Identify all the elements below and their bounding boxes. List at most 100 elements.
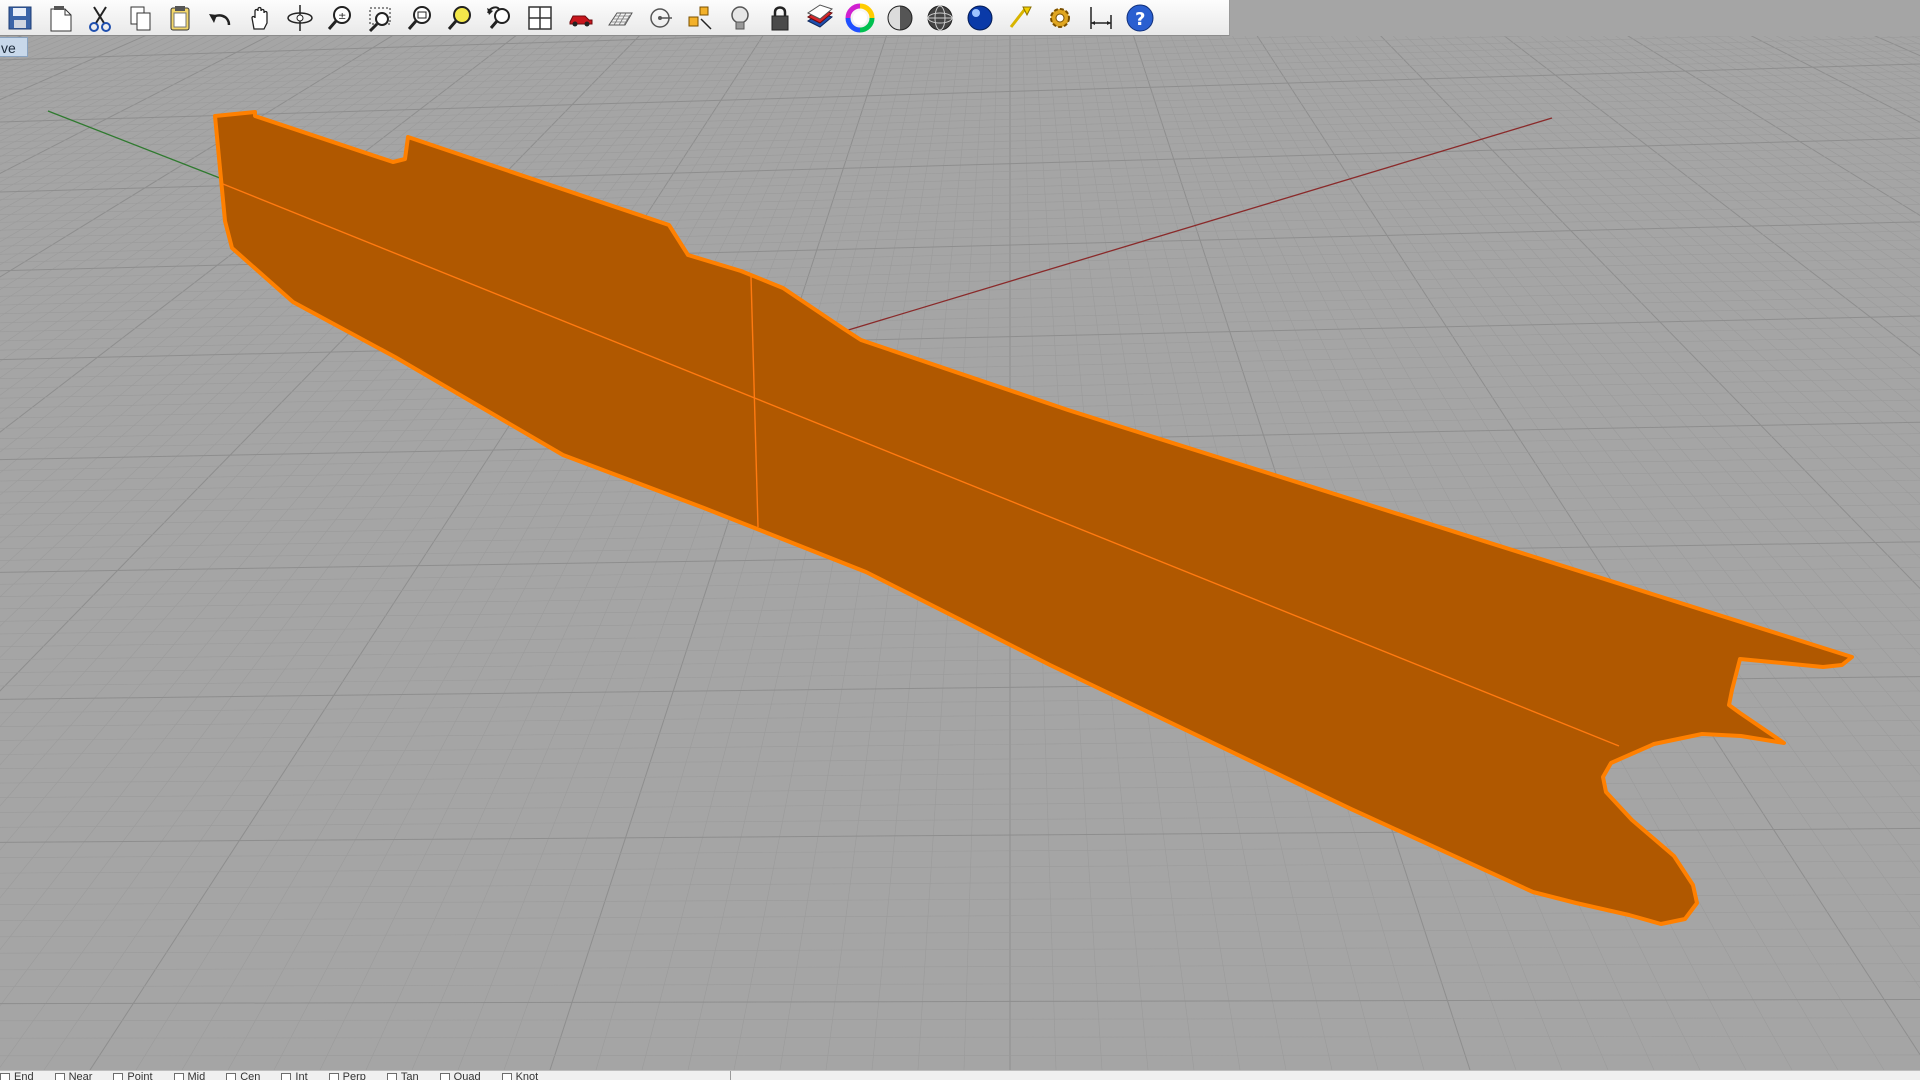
osnap-button[interactable] [640, 1, 680, 35]
osnap-label: Quad [453, 1071, 481, 1080]
wireframe-sphere-button[interactable] [920, 1, 960, 35]
undo-view-icon [487, 5, 510, 29]
toolbar-strip: ±? [0, 0, 1230, 36]
osnap-checkbox[interactable] [439, 1073, 450, 1080]
grid-line [0, 1054, 1920, 1057]
rotate-view-icon [287, 4, 313, 31]
copy-icon [130, 6, 151, 30]
rhino-window: ±? ve End Near Point Mid Cen Int Perp Tan Quad Kn… [0, 0, 1920, 1080]
options-gear-icon [1050, 7, 1070, 28]
light-bulb-button[interactable] [720, 1, 760, 35]
paste-button[interactable] [160, 1, 200, 35]
shaded-sphere-icon [887, 5, 913, 30]
osnap-checkbox[interactable] [173, 1073, 184, 1080]
dimension-button[interactable] [1080, 1, 1120, 35]
osnap-items: End Near Point Mid Cen Int Perp Tan Quad Knot [0, 1071, 731, 1080]
viewport-title-tab[interactable]: ve [0, 37, 28, 57]
zoom-window-icon [368, 7, 391, 32]
layers-button[interactable] [800, 1, 840, 35]
new-page-icon [50, 5, 72, 31]
osnap-checkbox[interactable] [226, 1073, 237, 1080]
osnap-icon [650, 7, 672, 28]
zoom-extents-icon [407, 5, 431, 30]
osnap-label: Knot [515, 1071, 539, 1080]
dimension-icon [1090, 6, 1112, 29]
viewport-canvas[interactable] [0, 36, 1920, 1070]
cut-button[interactable] [80, 1, 120, 35]
grid-plane-icon [608, 12, 633, 25]
osnap-point[interactable]: Point [113, 1071, 153, 1080]
grid-plane-button[interactable] [600, 1, 640, 35]
grid-line [0, 963, 1920, 971]
svg-text:±: ± [338, 11, 346, 22]
undo-button[interactable] [200, 1, 240, 35]
car-button[interactable] [560, 1, 600, 35]
zoom-dynamic-button[interactable]: ± [320, 1, 360, 35]
grid-line [0, 325, 1920, 370]
standard-toolbar: ±? [0, 0, 1920, 36]
hull-surface[interactable] [213, 110, 1854, 926]
lock-icon [771, 5, 789, 30]
osnap-checkbox[interactable] [386, 1073, 397, 1080]
osnap-mid[interactable]: Mid [173, 1071, 205, 1080]
help-icon: ? [1126, 4, 1154, 31]
zoom-window-button[interactable] [360, 1, 400, 35]
osnap-bar: End Near Point Mid Cen Int Perp Tan Quad Knot [0, 1070, 1920, 1080]
osnap-cen[interactable]: Cen [226, 1071, 260, 1080]
undo-view-button[interactable] [480, 1, 520, 35]
rotate-view-button[interactable] [280, 1, 320, 35]
shaded-sphere-button[interactable] [880, 1, 920, 35]
grid-line [0, 928, 1920, 938]
zoom-dynamic-icon: ± [327, 5, 351, 30]
grid-line [0, 1017, 1920, 1022]
osnap-label: End [14, 1071, 34, 1080]
color-wheel-button[interactable] [840, 1, 880, 35]
copy-button[interactable] [120, 1, 160, 35]
light-bulb-icon [731, 5, 749, 29]
lock-button[interactable] [760, 1, 800, 35]
osnap-label: Point [127, 1071, 153, 1080]
new-page-button[interactable] [40, 1, 80, 35]
osnap-checkbox[interactable] [0, 1073, 10, 1080]
osnap-int[interactable]: Int [281, 1071, 308, 1080]
perspective-viewport[interactable] [0, 36, 1920, 1070]
options-gear-button[interactable] [1040, 1, 1080, 35]
render-button[interactable] [1000, 1, 1040, 35]
osnap-label: Cen [240, 1071, 261, 1080]
select-filter-button[interactable] [680, 1, 720, 35]
select-filter-icon [688, 6, 712, 30]
svg-text:?: ? [1135, 9, 1145, 30]
save-button[interactable] [0, 1, 40, 35]
grid-line [0, 1035, 1920, 1039]
four-viewports-icon [528, 5, 552, 30]
help-button[interactable]: ? [1120, 1, 1160, 35]
osnap-checkbox[interactable] [328, 1073, 339, 1080]
rendered-sphere-button[interactable] [960, 1, 1000, 35]
osnap-checkbox[interactable] [501, 1073, 512, 1080]
render-icon [1009, 6, 1032, 28]
rendered-sphere-icon [967, 5, 993, 30]
zoom-selected-icon [447, 5, 471, 30]
osnap-checkbox[interactable] [281, 1073, 292, 1080]
osnap-end[interactable]: End [0, 1071, 34, 1080]
grid-line [0, 796, 1920, 813]
grid-line [0, 999, 1920, 1005]
osnap-label: Near [68, 1071, 93, 1080]
osnap-label: Tan [400, 1071, 419, 1080]
osnap-checkbox[interactable] [54, 1073, 65, 1080]
zoom-extents-button[interactable] [400, 1, 440, 35]
grid-line [0, 780, 1920, 798]
undo-icon [209, 13, 231, 25]
osnap-near[interactable]: Near [54, 1071, 93, 1080]
zoom-selected-button[interactable] [440, 1, 480, 35]
osnap-quad[interactable]: Quad [439, 1071, 481, 1080]
pan-hand-button[interactable] [240, 1, 280, 35]
osnap-perp[interactable]: Perp [328, 1071, 366, 1080]
surface-isocurve-u [222, 183, 1620, 747]
osnap-tan[interactable]: Tan [386, 1071, 419, 1080]
grid-line [0, 945, 1920, 954]
four-viewports-button[interactable] [520, 1, 560, 35]
wireframe-sphere-icon [927, 5, 953, 30]
osnap-knot[interactable]: Knot [501, 1071, 539, 1080]
osnap-checkbox[interactable] [113, 1073, 124, 1080]
